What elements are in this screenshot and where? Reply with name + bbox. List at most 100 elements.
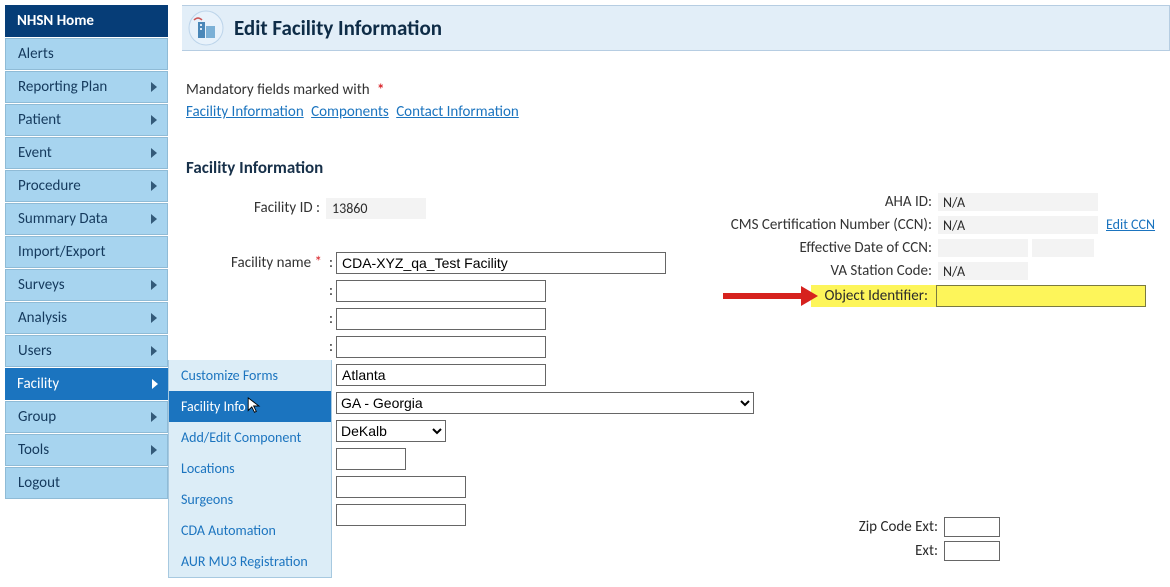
nav-label: Event — [18, 144, 52, 162]
nav-event[interactable]: Event — [5, 137, 168, 169]
aha-id-label: AHA ID: — [698, 193, 938, 211]
effective-ccn-value — [938, 239, 1028, 257]
city-input[interactable] — [336, 364, 546, 386]
form-input-10[interactable] — [336, 504, 466, 526]
county-select[interactable]: DeKalb — [336, 420, 446, 442]
required-asterisk-icon: * — [377, 81, 384, 99]
nav-home[interactable]: NHSN Home — [5, 5, 168, 37]
facility-info-area: Facility ID : 13860 AHA ID: N/A CMS Cert… — [186, 196, 1170, 220]
nav-label: Summary Data — [18, 210, 108, 228]
caret-icon — [151, 148, 157, 158]
object-identifier-input[interactable] — [936, 285, 1146, 307]
form-input-4[interactable] — [336, 336, 546, 358]
nav-label: Procedure — [18, 177, 81, 195]
nav-label: Tools — [18, 441, 49, 459]
nav-label: NHSN Home — [17, 12, 94, 30]
submenu-label: AUR MU3 Registration — [181, 553, 308, 570]
submenu-locations[interactable]: Locations — [169, 453, 331, 484]
nav-reporting-plan[interactable]: Reporting Plan — [5, 71, 168, 103]
page-title: Edit Facility Information — [234, 15, 442, 41]
caret-icon — [151, 445, 157, 455]
nav-patient[interactable]: Patient — [5, 104, 168, 136]
zip-ext-input[interactable] — [944, 517, 1000, 537]
mouse-cursor-icon — [247, 397, 262, 415]
ext-input[interactable] — [944, 541, 1000, 561]
caret-icon — [152, 379, 158, 389]
submenu-add-edit-component[interactable]: Add/Edit Component — [169, 422, 331, 453]
nav-label: Reporting Plan — [18, 78, 107, 96]
submenu-label: Locations — [181, 460, 235, 477]
nav-label: Users — [18, 342, 52, 360]
nav-logout[interactable]: Logout — [5, 467, 168, 499]
submenu-label: CDA Automation — [181, 522, 276, 539]
page-header: Edit Facility Information — [182, 5, 1170, 51]
zip-input[interactable] — [336, 448, 406, 470]
nav-summary-data[interactable]: Summary Data — [5, 203, 168, 235]
nav-label: Analysis — [18, 309, 67, 327]
mandatory-note: Mandatory fields marked with * — [186, 81, 1170, 99]
state-select[interactable]: GA - Georgia — [336, 392, 754, 414]
caret-icon — [151, 214, 157, 224]
form-input-3[interactable] — [336, 308, 546, 330]
va-station-label: VA Station Code: — [698, 262, 938, 280]
ccn-value: N/A — [938, 216, 1098, 234]
nav-label: Facility — [17, 375, 59, 393]
nav-users[interactable]: Users — [5, 335, 168, 367]
aha-id-value: N/A — [938, 193, 1098, 211]
caret-icon — [151, 346, 157, 356]
nav-label: Patient — [18, 111, 61, 129]
right-mini-block: Zip Code Ext: Ext: — [859, 515, 1000, 563]
submenu-label: Customize Forms — [181, 367, 278, 384]
effective-ccn-label: Effective Date of CCN: — [698, 239, 938, 257]
ext-label: Ext: — [915, 542, 938, 560]
facility-name-input[interactable] — [336, 252, 666, 274]
nav-import-export[interactable]: Import/Export — [5, 236, 168, 268]
anchor-contact-info[interactable]: Contact Information — [396, 103, 519, 121]
nav-label: Surveys — [18, 276, 65, 294]
zip-ext-label: Zip Code Ext: — [859, 518, 938, 536]
nav-label: Logout — [18, 474, 60, 492]
nav-tools[interactable]: Tools — [5, 434, 168, 466]
caret-icon — [151, 313, 157, 323]
anchor-facility-info[interactable]: Facility Information — [186, 103, 304, 121]
object-identifier-label: Object Identifier: — [811, 285, 936, 307]
nav-label: Alerts — [18, 45, 54, 63]
nav-surveys[interactable]: Surveys — [5, 269, 168, 301]
caret-icon — [151, 82, 157, 92]
caret-icon — [151, 181, 157, 191]
submenu-label: Surgeons — [181, 491, 233, 508]
va-station-value: N/A — [938, 262, 1028, 280]
nav-alerts[interactable]: Alerts — [5, 38, 168, 70]
facility-id-value: 13860 — [326, 198, 426, 219]
nav-facility[interactable]: Facility — [5, 368, 168, 400]
caret-icon — [151, 280, 157, 290]
facility-id-label: Facility ID : — [186, 199, 326, 217]
nav-procedure[interactable]: Procedure — [5, 170, 168, 202]
edit-ccn-link[interactable]: Edit CCN — [1106, 216, 1155, 233]
caret-icon — [151, 115, 157, 125]
submenu-facility-info[interactable]: Facility Info — [169, 391, 331, 422]
form-input-9[interactable] — [336, 476, 466, 498]
facility-submenu: Customize Forms Facility Info Add/Edit C… — [168, 360, 332, 578]
form-input-2[interactable] — [336, 280, 546, 302]
nav-analysis[interactable]: Analysis — [5, 302, 168, 334]
required-asterisk-icon: * — [315, 254, 322, 272]
sidebar: NHSN Home Alerts Reporting Plan Patient … — [0, 0, 168, 587]
facility-name-label: Facility name * — [186, 254, 326, 272]
submenu-label: Add/Edit Component — [181, 429, 301, 446]
ccn-label: CMS Certification Number (CCN): — [698, 216, 938, 234]
section-title: Facility Information — [186, 157, 1170, 178]
submenu-label: Facility Info — [181, 398, 246, 415]
facility-icon — [188, 10, 224, 46]
nav-group[interactable]: Group — [5, 401, 168, 433]
nav-label: Group — [18, 408, 56, 426]
anchor-components[interactable]: Components — [311, 103, 389, 121]
submenu-cda-automation[interactable]: CDA Automation — [169, 515, 331, 546]
caret-icon — [151, 412, 157, 422]
submenu-customize-forms[interactable]: Customize Forms — [169, 360, 331, 391]
submenu-aur-mu3[interactable]: AUR MU3 Registration — [169, 546, 331, 577]
mandatory-text: Mandatory fields marked with — [186, 81, 370, 99]
red-arrow-icon — [723, 284, 818, 308]
effective-ccn-value-2 — [1032, 239, 1094, 257]
submenu-surgeons[interactable]: Surgeons — [169, 484, 331, 515]
